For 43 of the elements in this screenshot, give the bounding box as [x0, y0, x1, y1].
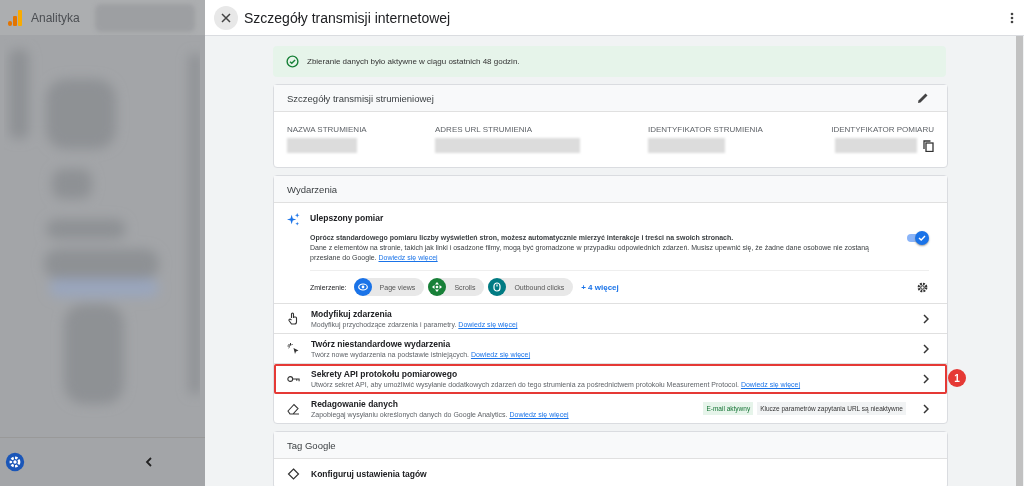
chevron-right-icon: [923, 343, 929, 354]
chevron-right-icon: [923, 313, 929, 324]
card-title: Wydarzenia: [287, 183, 338, 195]
row-title: Konfiguruj ustawienia tagów: [311, 468, 428, 479]
banner-text: Zbieranie danych było aktywne w ciągu ostatnich 48 godzin.: [307, 57, 520, 66]
row-title: Redagowanie danych: [311, 399, 399, 409]
chevron-right-icon: [923, 403, 929, 414]
card-title: Szczegóły transmisji strumieniowej: [287, 92, 434, 104]
row-title: Modyfikuj zdarzenia: [311, 309, 393, 319]
edit-pencil-icon[interactable]: [917, 92, 929, 104]
hand-pointer-icon: [287, 312, 300, 325]
settings-row[interactable]: Konfiguruj ustawienia tagów: [274, 459, 947, 486]
close-icon: [221, 12, 231, 23]
scrollbar[interactable]: [1016, 36, 1023, 486]
check-icon: [918, 234, 926, 242]
sparkle-icon: [287, 213, 300, 226]
row-title: Twórz niestandardowe wydarzenia: [311, 339, 452, 349]
redacted-value: [287, 138, 357, 153]
more-events-link[interactable]: + 4 więcej: [581, 282, 619, 292]
analytics-logo-icon: [8, 9, 22, 26]
field-label: ADRES URL STRUMIENIA: [435, 125, 534, 134]
row-title: Sekrety API protokołu pomiarowego: [311, 369, 459, 379]
cursor-sparkle-icon: [287, 342, 300, 355]
key-icon: [287, 374, 300, 383]
drawer-title: Szczegóły transmisji internetowej: [244, 9, 451, 26]
app-name: Analityka: [31, 10, 80, 25]
collapse-chevron-icon[interactable]: [145, 457, 153, 467]
toggle-switch[interactable]: [907, 231, 929, 245]
eraser-icon: [287, 402, 300, 415]
chevron-right-icon: [923, 373, 929, 384]
more-menu-icon[interactable]: [1010, 11, 1014, 24]
field-label: NAZWA STRUMIENIA: [287, 125, 368, 134]
close-button[interactable]: [214, 5, 238, 30]
field-label: IDENTYFIKATOR STRUMIENIA: [648, 125, 764, 134]
check-circle-icon: [286, 55, 299, 68]
field-label: IDENTYFIKATOR POMIARU: [831, 125, 934, 134]
annotation-number: 1: [948, 369, 966, 387]
section-title: Ulepszony pomiar: [310, 213, 385, 223]
card-title: Tag Google: [287, 439, 336, 451]
settings-icon[interactable]: [5, 452, 25, 472]
copy-icon[interactable]: [923, 139, 934, 152]
settings-icon[interactable]: [916, 280, 929, 294]
tag-icon: [287, 467, 300, 480]
